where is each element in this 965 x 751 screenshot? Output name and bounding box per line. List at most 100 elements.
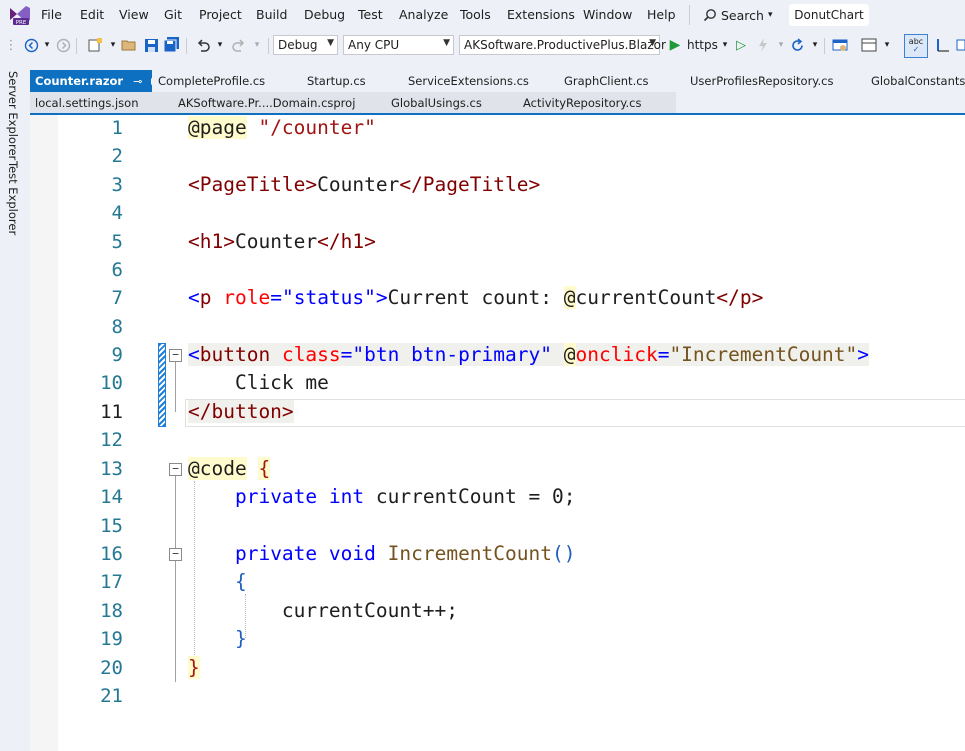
code-line: 21 <box>30 683 965 711</box>
code-line: 19 } <box>30 626 965 654</box>
solution-name-badge[interactable]: DonutChart <box>789 4 869 26</box>
solution-platform-select[interactable]: Any CPU ▼ <box>343 35 454 55</box>
paren-token: () <box>552 542 576 565</box>
step-into-icon[interactable] <box>934 36 952 54</box>
hot-reload-icon[interactable] <box>754 36 772 54</box>
solution-configuration-select[interactable]: Debug ▼ <box>273 35 338 55</box>
line-number: 14 <box>100 486 123 508</box>
bracket-token: > <box>857 343 870 366</box>
directive-token: @ <box>563 343 576 366</box>
run-profile-label[interactable]: https <box>687 38 718 52</box>
line-number: 16 <box>100 543 123 565</box>
menu-help[interactable]: Help <box>647 7 676 22</box>
code-line: 6 <box>30 257 965 285</box>
start-without-debugging-icon[interactable]: ▷ <box>732 36 750 54</box>
menu-build[interactable]: Build <box>256 7 287 22</box>
startup-project-select[interactable]: AKSoftware.ProductivePlus.Blazor ▼ <box>459 35 666 55</box>
toolbar-separator <box>268 38 269 54</box>
tab-local-settings[interactable]: local.settings.json <box>35 92 138 113</box>
new-project-icon[interactable] <box>86 36 104 54</box>
save-icon[interactable] <box>142 36 160 54</box>
bracket-token: < <box>188 343 200 366</box>
directive-token: @page <box>188 116 247 139</box>
line-number: 1 <box>111 117 123 139</box>
line-number: 6 <box>111 259 123 281</box>
code-text: @code { <box>188 457 271 480</box>
tab-activityrepository[interactable]: ActivityRepository.cs <box>523 92 642 113</box>
code-line: 8 <box>30 314 965 342</box>
document-tabs-row-2: local.settings.json AKSoftware.Pr....Dom… <box>30 92 676 113</box>
menu-debug[interactable]: Debug <box>304 7 345 22</box>
code-line: 11 </button> <box>30 399 965 427</box>
redo-icon[interactable] <box>229 36 247 54</box>
visual-studio-logo-icon[interactable]: PRE <box>8 4 32 26</box>
spell-check-icon[interactable]: abc ✓ <box>904 34 928 58</box>
line-number: 3 <box>111 174 123 196</box>
attribute-token: class <box>281 343 341 366</box>
refresh-browser-icon[interactable] <box>788 36 806 54</box>
code-line: 7 <p role="status">Current count: @curre… <box>30 285 965 313</box>
modified-dot-icon[interactable] <box>151 77 152 85</box>
line-number: 13 <box>100 458 123 480</box>
string-token: "/counter" <box>258 116 376 139</box>
line-number: 12 <box>100 429 123 451</box>
code-line: 4 <box>30 200 965 228</box>
variable-token: currentCount <box>575 286 717 309</box>
menu-extensions[interactable]: Extensions <box>507 7 575 22</box>
code-line: 20 } <box>30 655 965 683</box>
code-editor[interactable]: − − − 1 @page "/counter" 2 3 <PageTitle>… <box>30 115 965 751</box>
undo-icon[interactable] <box>194 36 212 54</box>
operator-token: = <box>657 343 670 366</box>
line-number: 5 <box>111 231 123 253</box>
menu-project[interactable]: Project <box>199 7 242 22</box>
tab-label: Counter.razor <box>35 74 124 88</box>
window-layout-icon[interactable] <box>860 36 878 54</box>
start-debugging-icon[interactable]: ▶ <box>666 36 684 54</box>
code-line: 9 <button class="btn btn-primary" @oncli… <box>30 342 965 370</box>
navigate-forward-icon[interactable] <box>54 36 72 54</box>
search-button[interactable]: Search ▾ <box>703 5 772 25</box>
chevron-down-icon[interactable]: ▾ <box>878 36 896 54</box>
menu-analyze[interactable]: Analyze <box>399 7 448 22</box>
code-line: 15 <box>30 513 965 541</box>
line-number: 10 <box>100 372 123 394</box>
tab-startup[interactable]: Startup.cs <box>307 70 366 92</box>
sidebar-item-test-explorer[interactable]: Test Explorer <box>6 161 20 235</box>
tab-globalconstants[interactable]: GlobalConstants.cs <box>871 70 965 92</box>
save-all-icon[interactable] <box>163 36 181 54</box>
toolbar-overflow-icon[interactable] <box>952 36 965 54</box>
tag-token: p <box>199 286 212 309</box>
sidebar-item-server-explorer[interactable]: Server Explorer <box>6 71 20 160</box>
chevron-down-icon[interactable]: ▾ <box>806 36 824 54</box>
code-text: @page "/counter" <box>188 116 376 139</box>
tab-serviceextensions[interactable]: ServiceExtensions.cs <box>408 70 529 92</box>
line-number: 9 <box>111 344 123 366</box>
menu-view[interactable]: View <box>119 7 149 22</box>
platform-value: Any CPU <box>348 38 400 52</box>
tab-completeprofile[interactable]: CompleteProfile.cs <box>158 70 265 92</box>
menu-test[interactable]: Test <box>358 7 383 22</box>
browse-with-icon[interactable] <box>831 36 849 54</box>
tab-counter-razor[interactable]: Counter.razor ⊸ <box>30 70 152 92</box>
tab-domain-csproj[interactable]: AKSoftware.Pr....Domain.csproj <box>178 92 355 113</box>
menu-window[interactable]: Window <box>583 7 632 22</box>
menu-git[interactable]: Git <box>164 7 182 22</box>
menu-edit[interactable]: Edit <box>80 7 104 22</box>
chevron-down-icon[interactable]: ▾ <box>211 36 229 54</box>
open-folder-icon[interactable] <box>120 36 138 54</box>
menu-tools[interactable]: Tools <box>460 7 491 22</box>
tab-userprofilesrepository[interactable]: UserProfilesRepository.cs <box>690 70 833 92</box>
pin-icon[interactable]: ⊸ <box>133 75 142 88</box>
menu-file[interactable]: File <box>41 7 62 22</box>
line-number: 19 <box>100 628 123 650</box>
code-text: private int currentCount = 0; <box>188 485 576 508</box>
line-number: 21 <box>100 685 123 707</box>
tab-globalusings[interactable]: GlobalUsings.cs <box>391 92 482 113</box>
menu-bar: PRE File Edit View Git Project Build Deb… <box>0 0 965 30</box>
code-line: 12 <box>30 427 965 455</box>
tab-graphclient[interactable]: GraphClient.cs <box>564 70 649 92</box>
tag-token: </h1> <box>317 230 376 253</box>
tag-token: button <box>199 343 271 366</box>
logo-badge: PRE <box>16 20 27 26</box>
chevron-down-icon[interactable]: ▾ <box>248 36 266 54</box>
